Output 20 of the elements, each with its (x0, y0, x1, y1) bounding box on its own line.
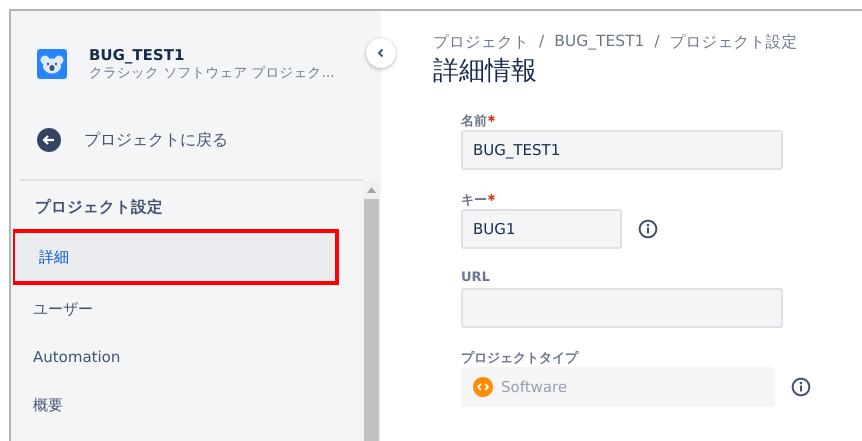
nav-item[interactable]: Automation (11, 333, 363, 381)
breadcrumb-link[interactable]: BUG_TEST1 (554, 32, 644, 54)
nav-item[interactable]: ユーザー (11, 285, 363, 333)
back-link[interactable]: プロジェクトに戻る (84, 130, 228, 150)
nav-item[interactable]: 詳細 (15, 233, 335, 281)
field-label: キー (461, 192, 487, 209)
input-field[interactable]: BUG_TEST1 (461, 130, 783, 170)
section-title: プロジェクト設定 (35, 197, 164, 218)
project-name: BUG_TEST1 (89, 46, 186, 64)
field-label: 名前 (461, 113, 487, 130)
nav-item[interactable]: 概要 (11, 381, 363, 429)
project-type: クラシック ソフトウェア プロジェク... (89, 64, 334, 82)
breadcrumb-separator: / (653, 32, 661, 52)
breadcrumb-link[interactable]: プロジェクト (433, 32, 529, 54)
field-label: URL (461, 270, 490, 287)
field-label: プロジェクトタイプ (461, 350, 578, 367)
breadcrumb-link[interactable]: プロジェクト設定 (670, 32, 798, 54)
page-title: 詳細情報 (433, 55, 538, 88)
input-field[interactable]: BUG1 (461, 209, 622, 249)
breadcrumb-separator: / (538, 32, 546, 52)
